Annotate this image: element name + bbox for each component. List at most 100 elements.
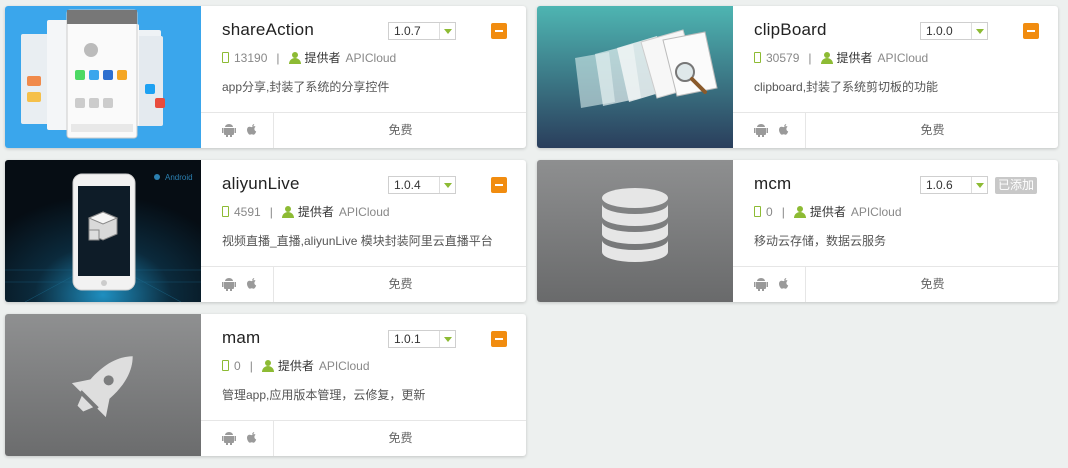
- card-footer: 免费: [201, 266, 526, 302]
- phone-icon: [222, 360, 229, 371]
- module-meta: 0 | 提供者 APICloud: [754, 203, 902, 220]
- price-label[interactable]: 免费: [275, 113, 526, 148]
- platforms: [733, 113, 806, 148]
- platforms: [733, 267, 806, 302]
- module-description: 管理app,应用版本管理，云修复，更新: [222, 388, 426, 402]
- version-value: 1.0.6: [926, 178, 953, 192]
- provider-label: 提供者: [836, 51, 873, 65]
- provider-label: 提供者: [277, 359, 314, 373]
- share-screens-thumbnail[interactable]: [5, 6, 201, 148]
- phone-icon: [222, 206, 229, 217]
- add-module-button[interactable]: [491, 331, 507, 347]
- provider-label: 提供者: [297, 205, 334, 219]
- provider-name: APICloud: [345, 50, 397, 65]
- platforms: [201, 267, 274, 302]
- platforms: [201, 113, 274, 148]
- module-title[interactable]: mam: [222, 328, 260, 348]
- download-count: 4591: [234, 204, 261, 219]
- download-count: 30579: [766, 50, 800, 65]
- apple-icon: [247, 278, 257, 289]
- user-icon: [820, 51, 833, 64]
- add-module-button[interactable]: [491, 177, 507, 193]
- added-badge: 已添加: [995, 177, 1038, 194]
- module-description: app分享,封装了系统的分享控件: [222, 80, 390, 94]
- chevron-down-icon[interactable]: [971, 23, 987, 39]
- android-icon: [754, 124, 768, 137]
- module-meta: 0 | 提供者 APICloud: [222, 357, 370, 374]
- module-description: clipboard,封装了系统剪切板的功能: [754, 80, 939, 94]
- chevron-down-icon[interactable]: [971, 177, 987, 193]
- chevron-down-icon[interactable]: [439, 177, 455, 193]
- add-module-button[interactable]: [1023, 23, 1039, 39]
- android-icon: [222, 432, 236, 445]
- android-icon: [222, 278, 236, 291]
- download-count: 0: [766, 204, 773, 219]
- module-title[interactable]: aliyunLive: [222, 174, 300, 194]
- download-count: 0: [234, 358, 241, 373]
- phone-icon: [222, 52, 229, 63]
- module-card-clipboard[interactable]: clipBoard 1.0.0 30579 | 提供者 APICloud cli…: [537, 6, 1058, 148]
- card-footer: 免费: [733, 112, 1058, 148]
- provider-name: APICloud: [850, 204, 902, 219]
- chevron-down-icon[interactable]: [439, 23, 455, 39]
- version-select[interactable]: 1.0.1: [388, 330, 456, 348]
- card-footer: 免费: [201, 420, 526, 456]
- card-footer: 免费: [733, 266, 1058, 302]
- separator: |: [249, 358, 253, 373]
- add-module-button[interactable]: [491, 23, 507, 39]
- version-value: 1.0.0: [926, 24, 953, 38]
- apple-icon: [779, 124, 789, 135]
- module-description: 移动云存储，数据云服务: [754, 234, 887, 248]
- phone-icon: [754, 52, 761, 63]
- chevron-down-icon[interactable]: [439, 331, 455, 347]
- provider-name: APICloud: [877, 50, 929, 65]
- version-value: 1.0.4: [394, 178, 421, 192]
- module-card-aliyunlive[interactable]: Android aliyunLive 1.0.4 4591 | 提供者 APIC…: [5, 160, 526, 302]
- module-meta: 30579 | 提供者 APICloud: [754, 49, 928, 66]
- android-phone-thumbnail[interactable]: Android: [5, 160, 201, 302]
- module-card-mam[interactable]: mam 1.0.1 0 | 提供者 APICloud 管理app,应用版本管理，…: [5, 314, 526, 456]
- module-title[interactable]: mcm: [754, 174, 791, 194]
- separator: |: [781, 204, 785, 219]
- module-card-mcm[interactable]: mcm 1.0.6 已添加 0 | 提供者 APICloud 移动云存储，数据云…: [537, 160, 1058, 302]
- separator: |: [808, 50, 812, 65]
- version-select[interactable]: 1.0.4: [388, 176, 456, 194]
- database-thumbnail[interactable]: [537, 160, 733, 302]
- provider-name: APICloud: [318, 358, 370, 373]
- user-icon: [793, 205, 806, 218]
- price-label[interactable]: 免费: [275, 421, 526, 456]
- android-icon: [754, 278, 768, 291]
- separator: |: [276, 50, 280, 65]
- clipboard-thumbnail[interactable]: [537, 6, 733, 148]
- module-description: 视频直播_直播,aliyunLive 模块封装阿里云直播平台: [222, 234, 493, 248]
- rocket-thumbnail[interactable]: [5, 314, 201, 456]
- module-card-shareaction[interactable]: shareAction 1.0.7 13190 | 提供者 APICloud a…: [5, 6, 526, 148]
- version-select[interactable]: 1.0.6: [920, 176, 988, 194]
- phone-icon: [754, 206, 761, 217]
- apple-icon: [247, 124, 257, 135]
- price-label[interactable]: 免费: [275, 267, 526, 302]
- version-value: 1.0.7: [394, 24, 421, 38]
- price-label[interactable]: 免费: [807, 267, 1058, 302]
- price-label[interactable]: 免费: [807, 113, 1058, 148]
- platforms: [201, 421, 274, 456]
- user-icon: [261, 359, 274, 372]
- android-label: Android: [165, 173, 193, 182]
- apple-icon: [247, 432, 257, 443]
- separator: |: [269, 204, 273, 219]
- provider-label: 提供者: [809, 205, 846, 219]
- module-meta: 4591 | 提供者 APICloud: [222, 203, 390, 220]
- download-count: 13190: [234, 50, 268, 65]
- provider-name: APICloud: [338, 204, 390, 219]
- version-value: 1.0.1: [394, 332, 421, 346]
- user-icon: [288, 51, 301, 64]
- module-title[interactable]: clipBoard: [754, 20, 827, 40]
- provider-label: 提供者: [304, 51, 341, 65]
- apple-icon: [779, 278, 789, 289]
- user-icon: [281, 205, 294, 218]
- version-select[interactable]: 1.0.0: [920, 22, 988, 40]
- module-title[interactable]: shareAction: [222, 20, 314, 40]
- card-footer: 免费: [201, 112, 526, 148]
- module-meta: 13190 | 提供者 APICloud: [222, 49, 396, 66]
- version-select[interactable]: 1.0.7: [388, 22, 456, 40]
